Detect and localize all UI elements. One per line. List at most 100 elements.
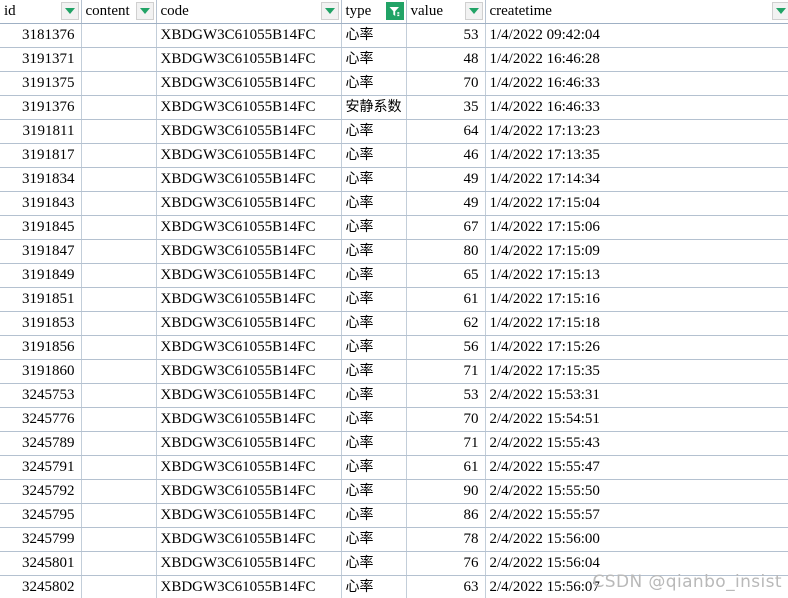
cell-createtime[interactable]: 2/4/2022 15:56:00: [485, 527, 788, 552]
cell-content[interactable]: [81, 47, 157, 72]
cell-createtime[interactable]: 2/4/2022 15:55:57: [485, 503, 788, 528]
filter-dropdown-createtime[interactable]: [771, 2, 788, 20]
cell-code[interactable]: XBDGW3C61055B14FC: [156, 167, 342, 192]
cell-content[interactable]: [81, 167, 157, 192]
cell-id[interactable]: 3191371: [0, 47, 82, 72]
cell-type[interactable]: 心率: [341, 503, 407, 528]
filter-active-type[interactable]: [385, 2, 404, 20]
cell-content[interactable]: [81, 479, 157, 504]
cell-code[interactable]: XBDGW3C61055B14FC: [156, 575, 342, 598]
cell-type[interactable]: 心率: [341, 383, 407, 408]
cell-code[interactable]: XBDGW3C61055B14FC: [156, 335, 342, 360]
cell-code[interactable]: XBDGW3C61055B14FC: [156, 455, 342, 480]
cell-type[interactable]: 心率: [341, 431, 407, 456]
cell-createtime[interactable]: 1/4/2022 16:46:33: [485, 71, 788, 96]
cell-code[interactable]: XBDGW3C61055B14FC: [156, 239, 342, 264]
cell-value[interactable]: 53: [406, 23, 486, 48]
cell-content[interactable]: [81, 431, 157, 456]
cell-type[interactable]: 心率: [341, 311, 407, 336]
cell-code[interactable]: XBDGW3C61055B14FC: [156, 479, 342, 504]
cell-content[interactable]: [81, 359, 157, 384]
cell-createtime[interactable]: 1/4/2022 17:15:06: [485, 215, 788, 240]
cell-type[interactable]: 心率: [341, 191, 407, 216]
cell-createtime[interactable]: 1/4/2022 17:15:04: [485, 191, 788, 216]
cell-createtime[interactable]: 1/4/2022 17:15:16: [485, 287, 788, 312]
cell-value[interactable]: 49: [406, 191, 486, 216]
cell-code[interactable]: XBDGW3C61055B14FC: [156, 119, 342, 144]
cell-content[interactable]: [81, 383, 157, 408]
cell-value[interactable]: 71: [406, 431, 486, 456]
cell-createtime[interactable]: 2/4/2022 15:54:51: [485, 407, 788, 432]
column-header-createtime[interactable]: createtime: [485, 0, 788, 24]
cell-content[interactable]: [81, 335, 157, 360]
filter-dropdown-code[interactable]: [320, 2, 339, 20]
cell-value[interactable]: 76: [406, 551, 486, 576]
cell-id[interactable]: 3191375: [0, 71, 82, 96]
cell-code[interactable]: XBDGW3C61055B14FC: [156, 311, 342, 336]
cell-content[interactable]: [81, 287, 157, 312]
cell-value[interactable]: 78: [406, 527, 486, 552]
cell-type[interactable]: 心率: [341, 455, 407, 480]
cell-content[interactable]: [81, 215, 157, 240]
cell-content[interactable]: [81, 119, 157, 144]
cell-id[interactable]: 3245776: [0, 407, 82, 432]
cell-code[interactable]: XBDGW3C61055B14FC: [156, 287, 342, 312]
cell-code[interactable]: XBDGW3C61055B14FC: [156, 431, 342, 456]
cell-id[interactable]: 3191860: [0, 359, 82, 384]
cell-code[interactable]: XBDGW3C61055B14FC: [156, 407, 342, 432]
cell-code[interactable]: XBDGW3C61055B14FC: [156, 143, 342, 168]
cell-code[interactable]: XBDGW3C61055B14FC: [156, 263, 342, 288]
cell-createtime[interactable]: 2/4/2022 15:56:07: [485, 575, 788, 598]
cell-value[interactable]: 49: [406, 167, 486, 192]
cell-code[interactable]: XBDGW3C61055B14FC: [156, 71, 342, 96]
cell-id[interactable]: 3245791: [0, 455, 82, 480]
cell-createtime[interactable]: 1/4/2022 17:15:35: [485, 359, 788, 384]
cell-createtime[interactable]: 1/4/2022 16:46:28: [485, 47, 788, 72]
cell-code[interactable]: XBDGW3C61055B14FC: [156, 23, 342, 48]
cell-value[interactable]: 67: [406, 215, 486, 240]
cell-value[interactable]: 70: [406, 71, 486, 96]
cell-value[interactable]: 61: [406, 287, 486, 312]
cell-value[interactable]: 65: [406, 263, 486, 288]
cell-id[interactable]: 3245801: [0, 551, 82, 576]
cell-createtime[interactable]: 2/4/2022 15:55:50: [485, 479, 788, 504]
cell-id[interactable]: 3191376: [0, 95, 82, 120]
cell-content[interactable]: [81, 503, 157, 528]
cell-createtime[interactable]: 2/4/2022 15:55:47: [485, 455, 788, 480]
cell-code[interactable]: XBDGW3C61055B14FC: [156, 527, 342, 552]
cell-code[interactable]: XBDGW3C61055B14FC: [156, 359, 342, 384]
cell-code[interactable]: XBDGW3C61055B14FC: [156, 95, 342, 120]
cell-type[interactable]: 安静系数: [341, 95, 407, 120]
cell-value[interactable]: 71: [406, 359, 486, 384]
cell-type[interactable]: 心率: [341, 47, 407, 72]
cell-id[interactable]: 3245799: [0, 527, 82, 552]
cell-content[interactable]: [81, 23, 157, 48]
cell-content[interactable]: [81, 95, 157, 120]
cell-value[interactable]: 53: [406, 383, 486, 408]
column-header-content[interactable]: content: [81, 0, 157, 24]
cell-code[interactable]: XBDGW3C61055B14FC: [156, 47, 342, 72]
cell-value[interactable]: 56: [406, 335, 486, 360]
cell-type[interactable]: 心率: [341, 407, 407, 432]
column-header-code[interactable]: code: [156, 0, 342, 24]
cell-type[interactable]: 心率: [341, 479, 407, 504]
cell-createtime[interactable]: 2/4/2022 15:55:43: [485, 431, 788, 456]
cell-type[interactable]: 心率: [341, 551, 407, 576]
cell-id[interactable]: 3191851: [0, 287, 82, 312]
cell-value[interactable]: 62: [406, 311, 486, 336]
cell-id[interactable]: 3191811: [0, 119, 82, 144]
cell-value[interactable]: 35: [406, 95, 486, 120]
cell-code[interactable]: XBDGW3C61055B14FC: [156, 503, 342, 528]
cell-type[interactable]: 心率: [341, 119, 407, 144]
cell-createtime[interactable]: 1/4/2022 17:15:13: [485, 263, 788, 288]
cell-value[interactable]: 48: [406, 47, 486, 72]
cell-createtime[interactable]: 1/4/2022 17:15:09: [485, 239, 788, 264]
cell-id[interactable]: 3181376: [0, 23, 82, 48]
cell-code[interactable]: XBDGW3C61055B14FC: [156, 551, 342, 576]
cell-type[interactable]: 心率: [341, 239, 407, 264]
cell-id[interactable]: 3245792: [0, 479, 82, 504]
cell-createtime[interactable]: 1/4/2022 17:14:34: [485, 167, 788, 192]
cell-content[interactable]: [81, 311, 157, 336]
cell-content[interactable]: [81, 407, 157, 432]
cell-createtime[interactable]: 1/4/2022 17:13:35: [485, 143, 788, 168]
